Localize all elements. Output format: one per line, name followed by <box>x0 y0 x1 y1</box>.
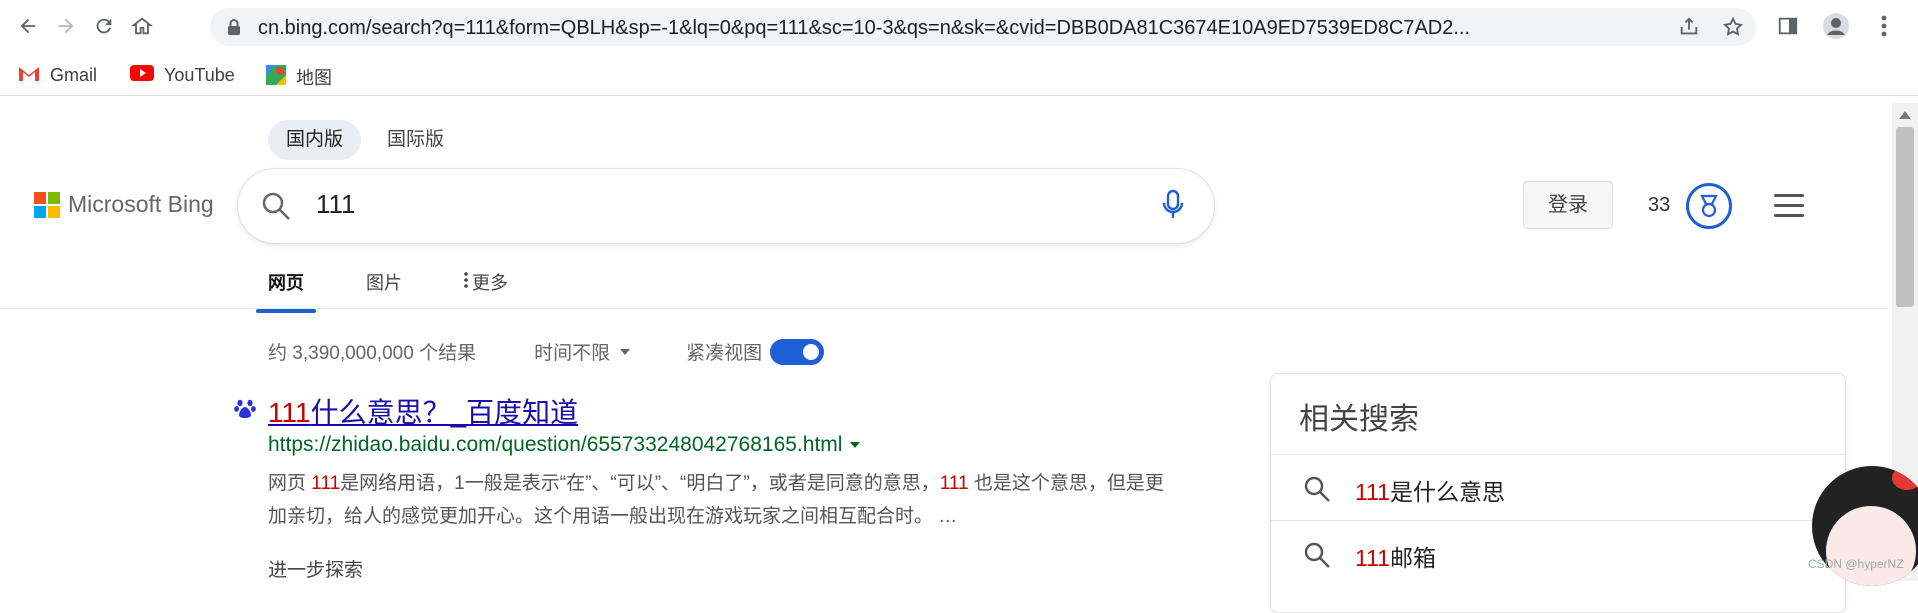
related-rest: 是什么意思 <box>1389 479 1505 505</box>
scope-tabs: 网页 图片 更多 <box>256 253 520 313</box>
logo-text: Microsoft Bing <box>68 191 214 217</box>
login-button[interactable]: 登录 <box>1523 181 1613 229</box>
result-url-text[interactable]: https://zhidao.baidu.com/question/655733… <box>268 433 842 457</box>
youtube-icon <box>130 64 154 87</box>
kebab-menu-icon[interactable] <box>1870 12 1898 40</box>
scroll-up-arrow-icon[interactable] <box>1899 111 1911 119</box>
microphone-icon[interactable] <box>1162 189 1184 226</box>
results-toolbar: 约 3,390,000,000 个结果 时间不限 紧凑视图 <box>268 338 825 365</box>
compact-view-label: 紧凑视图 <box>686 343 763 364</box>
rewards-medal-icon[interactable] <box>1686 183 1732 229</box>
snippet-text: 是网络用语，1一般是表示“在”、“可以”、“明白了”，或者是同意的意思， <box>340 473 940 494</box>
bookmark-label: 地图 <box>296 68 332 88</box>
browser-toolbar: cn.bing.com/search?q=111&form=QBLH&sp=-1… <box>0 0 1918 52</box>
region-tabs: 国内版 国际版 <box>268 120 462 160</box>
related-search-item[interactable]: 111邮箱 <box>1271 520 1845 586</box>
bookmark-gmail[interactable]: Gmail <box>18 64 97 87</box>
result-count: 约 3,390,000,000 个结果 <box>268 343 477 364</box>
lock-icon[interactable] <box>226 18 242 41</box>
result-snippet: 网页 111是网络用语，1一般是表示“在”、“可以”、“明白了”，或者是同意的意… <box>268 467 1168 533</box>
related-search-text[interactable]: 111邮箱 <box>1355 539 1436 573</box>
back-arrow-icon[interactable] <box>14 12 42 40</box>
tab-international[interactable]: 国际版 <box>369 120 462 160</box>
bing-logo[interactable]: Microsoft Bing <box>34 191 214 218</box>
tab-label: 网页 <box>268 273 304 293</box>
tab-label: 更多 <box>472 273 508 293</box>
bookmark-label: Gmail <box>50 65 98 85</box>
bookmark-label: YouTube <box>164 65 235 85</box>
bookmark-maps[interactable]: 地图 <box>266 64 332 90</box>
snippet-highlight: 111 <box>939 473 969 494</box>
more-dots-icon <box>464 271 468 293</box>
title-text: 什么意思？_百度知道 <box>310 397 579 428</box>
profile-avatar-icon[interactable] <box>1822 12 1850 40</box>
further-explore-heading: 进一步探索 <box>268 560 364 581</box>
divider <box>0 308 1892 309</box>
related-highlight: 111 <box>1355 479 1390 505</box>
snippet-prefix: 网页 <box>268 473 312 494</box>
related-rest: 邮箱 <box>1389 545 1436 571</box>
chevron-down-icon <box>620 348 631 355</box>
search-icon <box>1303 475 1331 508</box>
result-url[interactable]: https://zhidao.baidu.com/question/655733… <box>268 433 861 457</box>
reload-icon[interactable] <box>90 12 118 40</box>
rewards-points[interactable]: 33 <box>1648 194 1670 217</box>
related-searches-title: 相关搜索 <box>1299 403 1419 436</box>
maps-icon <box>266 64 286 90</box>
baidu-paw-icon <box>234 397 256 419</box>
tab-web[interactable]: 网页 <box>256 253 316 313</box>
tab-more[interactable]: 更多 <box>452 253 520 311</box>
home-icon[interactable] <box>128 12 156 40</box>
search-box[interactable]: 111 <box>238 169 1214 243</box>
bing-results-page: 国内版 国际版 Microsoft Bing 111 登录 33 网页 图片 更… <box>0 103 1918 613</box>
chevron-down-icon[interactable] <box>850 442 861 448</box>
share-icon[interactable] <box>1678 16 1700 43</box>
bookmarks-bar: Gmail YouTube 地图 <box>0 56 1918 96</box>
time-filter-dropdown[interactable]: 时间不限 <box>534 338 631 365</box>
time-filter-label: 时间不限 <box>534 343 611 364</box>
title-highlight: 111 <box>268 397 311 428</box>
csdn-watermark: CSDN @hyperNZ <box>1808 557 1904 571</box>
bookmark-youtube[interactable]: YouTube <box>130 64 235 87</box>
tab-domestic[interactable]: 国内版 <box>268 120 362 160</box>
related-highlight: 111 <box>1355 545 1390 571</box>
tab-images[interactable]: 图片 <box>354 253 414 311</box>
scrollbar-thumb[interactable] <box>1896 127 1914 307</box>
microsoft-logo-icon <box>34 191 60 218</box>
search-icon[interactable] <box>260 190 292 227</box>
gmail-icon <box>18 64 40 87</box>
result-title-link[interactable]: 111什么意思？_百度知道 <box>268 391 578 431</box>
tab-label: 图片 <box>366 273 402 293</box>
side-panel-icon[interactable] <box>1774 12 1802 40</box>
forward-arrow-icon[interactable] <box>52 12 80 40</box>
url-text[interactable]: cn.bing.com/search?q=111&form=QBLH&sp=-1… <box>258 17 1668 40</box>
related-searches-card: 相关搜索 111是什么意思 111邮箱 <box>1270 373 1846 613</box>
search-input[interactable]: 111 <box>316 189 356 220</box>
search-icon <box>1303 541 1331 574</box>
star-icon[interactable] <box>1722 16 1744 43</box>
related-search-item[interactable]: 111是什么意思 <box>1271 454 1845 520</box>
address-bar[interactable]: cn.bing.com/search?q=111&form=QBLH&sp=-1… <box>210 8 1756 46</box>
compact-view-toggle[interactable] <box>770 338 825 365</box>
compact-view: 紧凑视图 <box>686 338 825 365</box>
snippet-highlight: 111 <box>311 473 341 494</box>
related-search-text[interactable]: 111是什么意思 <box>1355 473 1505 507</box>
hamburger-menu-icon[interactable] <box>1774 194 1804 224</box>
